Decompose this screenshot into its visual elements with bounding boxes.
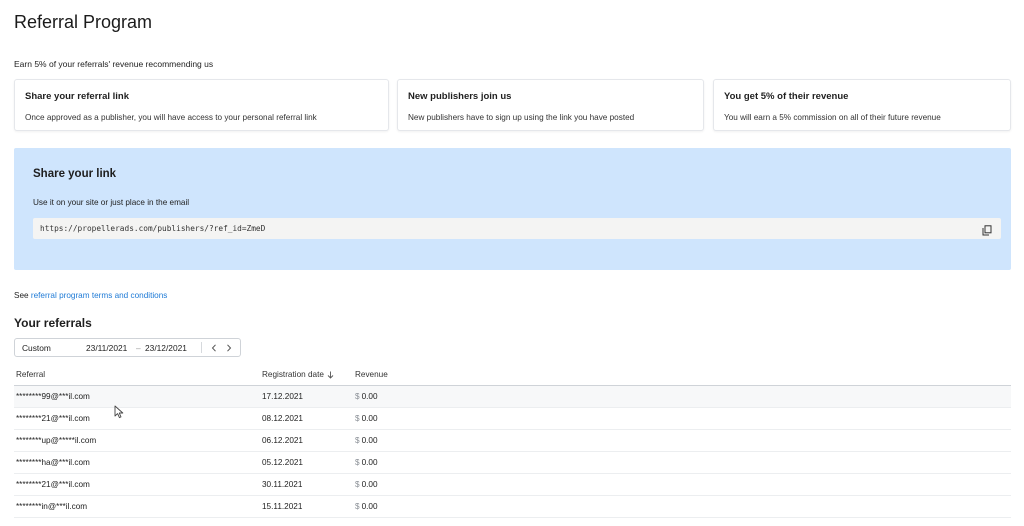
referral-link-field[interactable]: https://propellerads.com/publishers/?ref…: [33, 218, 1001, 239]
step-card-title: Share your referral link: [25, 91, 130, 102]
revenue-cell: $0.00: [355, 392, 378, 401]
revenue-value: 0.00: [361, 502, 378, 511]
revenue-value: 0.00: [361, 436, 378, 445]
registration-date: 17.12.2021: [262, 392, 303, 401]
table-header: Referral Registration date Revenue: [14, 365, 1011, 386]
share-link-panel: Share your link Use it on your site or j…: [14, 148, 1011, 270]
referral-email: ********ha@***il.com: [16, 458, 90, 467]
referral-email: ********in@***il.com: [16, 502, 88, 511]
step-card-title: New publishers join us: [408, 91, 512, 102]
referral-link-text[interactable]: https://propellerads.com/publishers/?ref…: [40, 224, 265, 233]
terms-prefix: See: [14, 291, 29, 300]
revenue-cell: $0.00: [355, 480, 378, 489]
table-row: ********21@***il.com 30.11.2021 $0.00: [14, 474, 1011, 496]
terms-link[interactable]: referral program terms and conditions: [31, 291, 168, 300]
page-title: Referral Program: [14, 12, 153, 32]
currency-symbol: $: [355, 436, 360, 445]
revenue-value: 0.00: [361, 414, 378, 423]
revenue-cell: $0.00: [355, 414, 378, 423]
revenue-value: 0.00: [361, 480, 378, 489]
currency-symbol: $: [355, 502, 360, 511]
registration-date: 15.11.2021: [262, 502, 303, 511]
copy-icon[interactable]: [982, 223, 992, 236]
step-card-title: You get 5% of their revenue: [724, 91, 849, 102]
table-row: ********ha@***il.com 05.12.2021 $0.00: [14, 452, 1011, 474]
referral-email: ********21@***il.com: [16, 414, 90, 423]
arrow-down-icon[interactable]: [327, 371, 334, 379]
currency-symbol: $: [355, 458, 360, 467]
column-header-registration-date-label[interactable]: Registration date: [262, 370, 324, 379]
step-card-publishers-join: New publishers join us New publishers ha…: [397, 79, 704, 131]
referrals-table: Referral Registration date Revenue *****…: [14, 365, 1011, 526]
chevron-right-icon[interactable]: [223, 341, 235, 354]
revenue-value: 0.00: [361, 458, 378, 467]
currency-symbol: $: [355, 480, 360, 489]
date-picker-divider: [201, 342, 202, 353]
date-range-picker[interactable]: Custom 23/11/2021 – 23/12/2021: [14, 338, 241, 357]
table-row: ********99@***il.com 17.12.2021 $0.00: [14, 386, 1011, 408]
step-card-text: You will earn a 5% commission on all of …: [724, 113, 941, 122]
date-to[interactable]: 23/12/2021: [145, 343, 187, 353]
revenue-cell: $0.00: [355, 502, 378, 511]
page-subtitle: Earn 5% of your referrals' revenue recom…: [14, 59, 214, 69]
column-header-referral: Referral: [16, 370, 46, 379]
registration-date: 06.12.2021: [262, 436, 303, 445]
column-header-registration-date[interactable]: Registration date: [262, 370, 334, 379]
revenue-cell: $0.00: [355, 436, 378, 445]
table-row: ********21@***il.com 08.12.2021 $0.00: [14, 408, 1011, 430]
currency-symbol: $: [355, 392, 360, 401]
referral-email: ********21@***il.com: [16, 480, 90, 489]
currency-symbol: $: [355, 414, 360, 423]
referral-email: ********99@***il.com: [16, 392, 90, 401]
share-link-description: Use it on your site or just place in the…: [33, 198, 190, 207]
registration-date: 05.12.2021: [262, 458, 303, 467]
date-range-type[interactable]: Custom: [22, 343, 51, 353]
step-card-text: Once approved as a publisher, you will h…: [25, 113, 317, 122]
registration-date: 08.12.2021: [262, 414, 303, 423]
revenue-value: 0.00: [361, 392, 378, 401]
mouse-cursor-icon: [114, 405, 124, 419]
referral-email: ********up@*****il.com: [16, 436, 97, 445]
step-card-text: New publishers have to sign up using the…: [408, 113, 635, 122]
terms-line: See referral program terms and condition…: [14, 291, 167, 300]
registration-date: 30.11.2021: [262, 480, 303, 489]
table-row: ********up@*****il.com 06.12.2021 $0.00: [14, 430, 1011, 452]
revenue-cell: $0.00: [355, 458, 378, 467]
step-card-revenue-share: You get 5% of their revenue You will ear…: [713, 79, 1011, 131]
date-range-dash: –: [136, 343, 141, 353]
share-link-title: Share your link: [33, 168, 117, 180]
table-row: ********in@***il.com 15.11.2021 $0.00: [14, 496, 1011, 518]
table-row-partial: [14, 518, 1011, 526]
column-header-revenue: Revenue: [355, 370, 388, 379]
step-card-share-link: Share your referral link Once approved a…: [14, 79, 389, 131]
referrals-title: Your referrals: [14, 316, 92, 330]
date-from[interactable]: 23/11/2021: [86, 343, 127, 353]
chevron-left-icon[interactable]: [208, 341, 220, 354]
